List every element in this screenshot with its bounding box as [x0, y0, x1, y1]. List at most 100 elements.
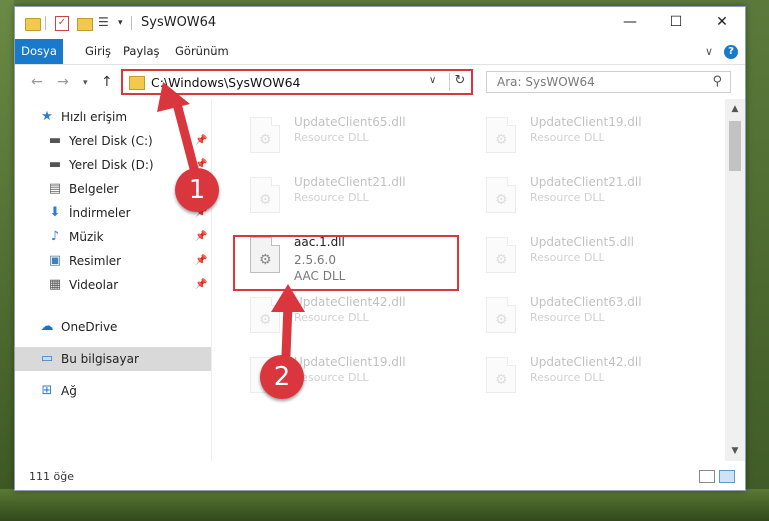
sidebar-item-local-disk-c[interactable]: ▬ Yerel Disk (C:) 📌: [15, 129, 211, 153]
tab-share[interactable]: Paylaş: [113, 39, 170, 64]
search-icon: ⚲: [712, 74, 722, 89]
folder-icon: [129, 76, 145, 90]
tab-view[interactable]: Görünüm: [165, 39, 239, 64]
file-description: Resource DLL: [530, 251, 605, 264]
sidebar-item-this-pc[interactable]: ▭ Bu bilgisayar: [15, 347, 211, 371]
properties-icon[interactable]: ☰: [98, 16, 112, 29]
sidebar-item-quick-access[interactable]: ★ Hızlı erişim: [15, 105, 211, 129]
file-description: Resource DLL: [530, 311, 605, 324]
file-name: UpdateClient63.dll: [530, 295, 642, 309]
navigation-pane: ★ Hızlı erişim ▬ Yerel Disk (C:) 📌 ▬ Yer…: [15, 99, 211, 461]
close-button[interactable]: ✕: [699, 7, 745, 37]
minimize-button[interactable]: —: [607, 7, 653, 37]
pictures-icon: ▣: [48, 253, 62, 268]
documents-icon: ▤: [48, 181, 62, 196]
videos-icon: ▦: [48, 277, 62, 292]
ribbon: Dosya Giriş Paylaş Görünüm ∨ ?: [15, 39, 745, 65]
file-item[interactable]: ⚙ UpdateClient65.dll Resource DLL: [242, 111, 462, 163]
dll-file-icon: ⚙: [250, 177, 280, 213]
pin-icon[interactable]: 📌: [195, 279, 207, 290]
highlight-box: [233, 235, 459, 291]
search-input[interactable]: Ara: SysWOW64: [497, 75, 595, 89]
scroll-up-icon[interactable]: ▲: [725, 101, 745, 117]
music-icon: ♪: [50, 229, 60, 244]
sidebar-item-videos[interactable]: ▦ Videolar 📌: [15, 273, 211, 297]
forward-arrow-icon[interactable]: →: [57, 74, 69, 90]
file-list: ⚙ UpdateClient65.dll Resource DLL ⚙ Upda…: [212, 99, 725, 461]
sidebar-item-label: Bu bilgisayar: [61, 352, 139, 366]
file-name: UpdateClient42.dll: [530, 355, 642, 369]
sidebar-item-label: Yerel Disk (D:): [69, 158, 154, 172]
desktop-background-bottom: [0, 489, 769, 521]
up-arrow-icon[interactable]: ↑: [101, 74, 113, 90]
help-icon[interactable]: ?: [724, 45, 738, 59]
sidebar-item-network[interactable]: ⊞ Ağ: [15, 379, 211, 403]
cloud-icon: ☁: [40, 319, 54, 334]
file-name: UpdateClient65.dll: [294, 115, 406, 129]
sidebar-item-label: Resimler: [69, 254, 122, 268]
file-description: Resource DLL: [294, 131, 369, 144]
callout-badge-1: 1: [175, 168, 219, 212]
file-item[interactable]: ⚙ UpdateClient42.dll Resource DLL: [478, 351, 698, 403]
tiles-view-icon[interactable]: [719, 470, 735, 483]
details-view-icon[interactable]: [699, 470, 715, 483]
expand-ribbon-icon[interactable]: ∨: [705, 45, 713, 58]
refresh-icon[interactable]: ↻: [449, 73, 470, 91]
item-count: 111 öğe: [29, 470, 74, 483]
pin-icon[interactable]: 📌: [195, 255, 207, 266]
file-name: UpdateClient21.dll: [530, 175, 642, 189]
chevron-down-icon[interactable]: ∨: [429, 75, 436, 86]
network-icon: ⊞: [41, 383, 53, 398]
file-item[interactable]: ⚙ UpdateClient5.dll Resource DLL: [478, 231, 698, 283]
sidebar-item-label: Yerel Disk (C:): [69, 134, 153, 148]
dll-file-icon: ⚙: [486, 117, 516, 153]
recent-locations-icon[interactable]: ▾: [83, 78, 88, 88]
sidebar-item-label: Belgeler: [69, 182, 119, 196]
file-description: Resource DLL: [530, 191, 605, 204]
sidebar-item-label: Müzik: [69, 230, 104, 244]
drive-icon: ▬: [48, 133, 62, 148]
desktop-background: [0, 0, 14, 521]
pin-icon[interactable]: 📌: [195, 135, 207, 146]
file-name: UpdateClient42.dll: [294, 295, 406, 309]
file-item[interactable]: ⚙ UpdateClient42.dll Resource DLL: [242, 291, 462, 343]
callout-badge-2: 2: [260, 355, 304, 399]
file-item[interactable]: ⚙ UpdateClient21.dll Resource DLL: [478, 171, 698, 223]
properties-check-icon[interactable]: ✓: [55, 16, 69, 31]
scroll-down-icon[interactable]: ▼: [725, 443, 745, 459]
customize-toolbar-icon[interactable]: ▾: [118, 18, 123, 32]
title-bar: ✓ ☰ ▾ SysWOW64 — ☐ ✕: [15, 7, 745, 39]
window-title: SysWOW64: [141, 15, 217, 30]
dll-file-icon: ⚙: [250, 297, 280, 333]
file-item[interactable]: ⚙ UpdateClient19.dll Resource DLL: [478, 111, 698, 163]
download-icon: ⬇: [49, 205, 61, 220]
sidebar-item-onedrive[interactable]: ☁ OneDrive: [15, 315, 211, 339]
vertical-scrollbar[interactable]: ▲ ▼: [725, 99, 745, 461]
file-description: Resource DLL: [530, 131, 605, 144]
sidebar-item-label: İndirmeler: [69, 206, 131, 220]
scroll-thumb[interactable]: [729, 121, 741, 171]
new-folder-icon[interactable]: [77, 18, 93, 31]
file-description: Resource DLL: [294, 311, 369, 324]
divider: [131, 16, 132, 30]
search-box[interactable]: Ara: SysWOW64 ⚲: [486, 71, 731, 93]
computer-icon: ▭: [40, 351, 54, 366]
file-item[interactable]: ⚙ UpdateClient63.dll Resource DLL: [478, 291, 698, 343]
sidebar-item-pictures[interactable]: ▣ Resimler 📌: [15, 249, 211, 273]
sidebar-item-label: Ağ: [61, 384, 77, 398]
sidebar-item-music[interactable]: ♪ Müzik 📌: [15, 225, 211, 249]
address-path[interactable]: C:\Windows\SysWOW64: [151, 75, 300, 90]
navigation-bar: ← → ▾ ↑ C:\Windows\SysWOW64 ∨ ↻ Ara: Sys…: [15, 65, 745, 99]
file-description: Resource DLL: [294, 191, 369, 204]
file-item[interactable]: ⚙ UpdateClient21.dll Resource DLL: [242, 171, 462, 223]
sidebar-item-label: Videolar: [69, 278, 119, 292]
address-bar[interactable]: C:\Windows\SysWOW64 ∨ ↻: [121, 69, 473, 95]
drive-icon: ▬: [48, 157, 62, 172]
pin-icon[interactable]: 📌: [195, 231, 207, 242]
maximize-button[interactable]: ☐: [653, 7, 699, 37]
dll-file-icon: ⚙: [250, 117, 280, 153]
back-arrow-icon[interactable]: ←: [31, 74, 43, 90]
tab-file[interactable]: Dosya: [15, 39, 63, 64]
folder-icon[interactable]: [25, 18, 41, 31]
file-name: UpdateClient5.dll: [530, 235, 634, 249]
